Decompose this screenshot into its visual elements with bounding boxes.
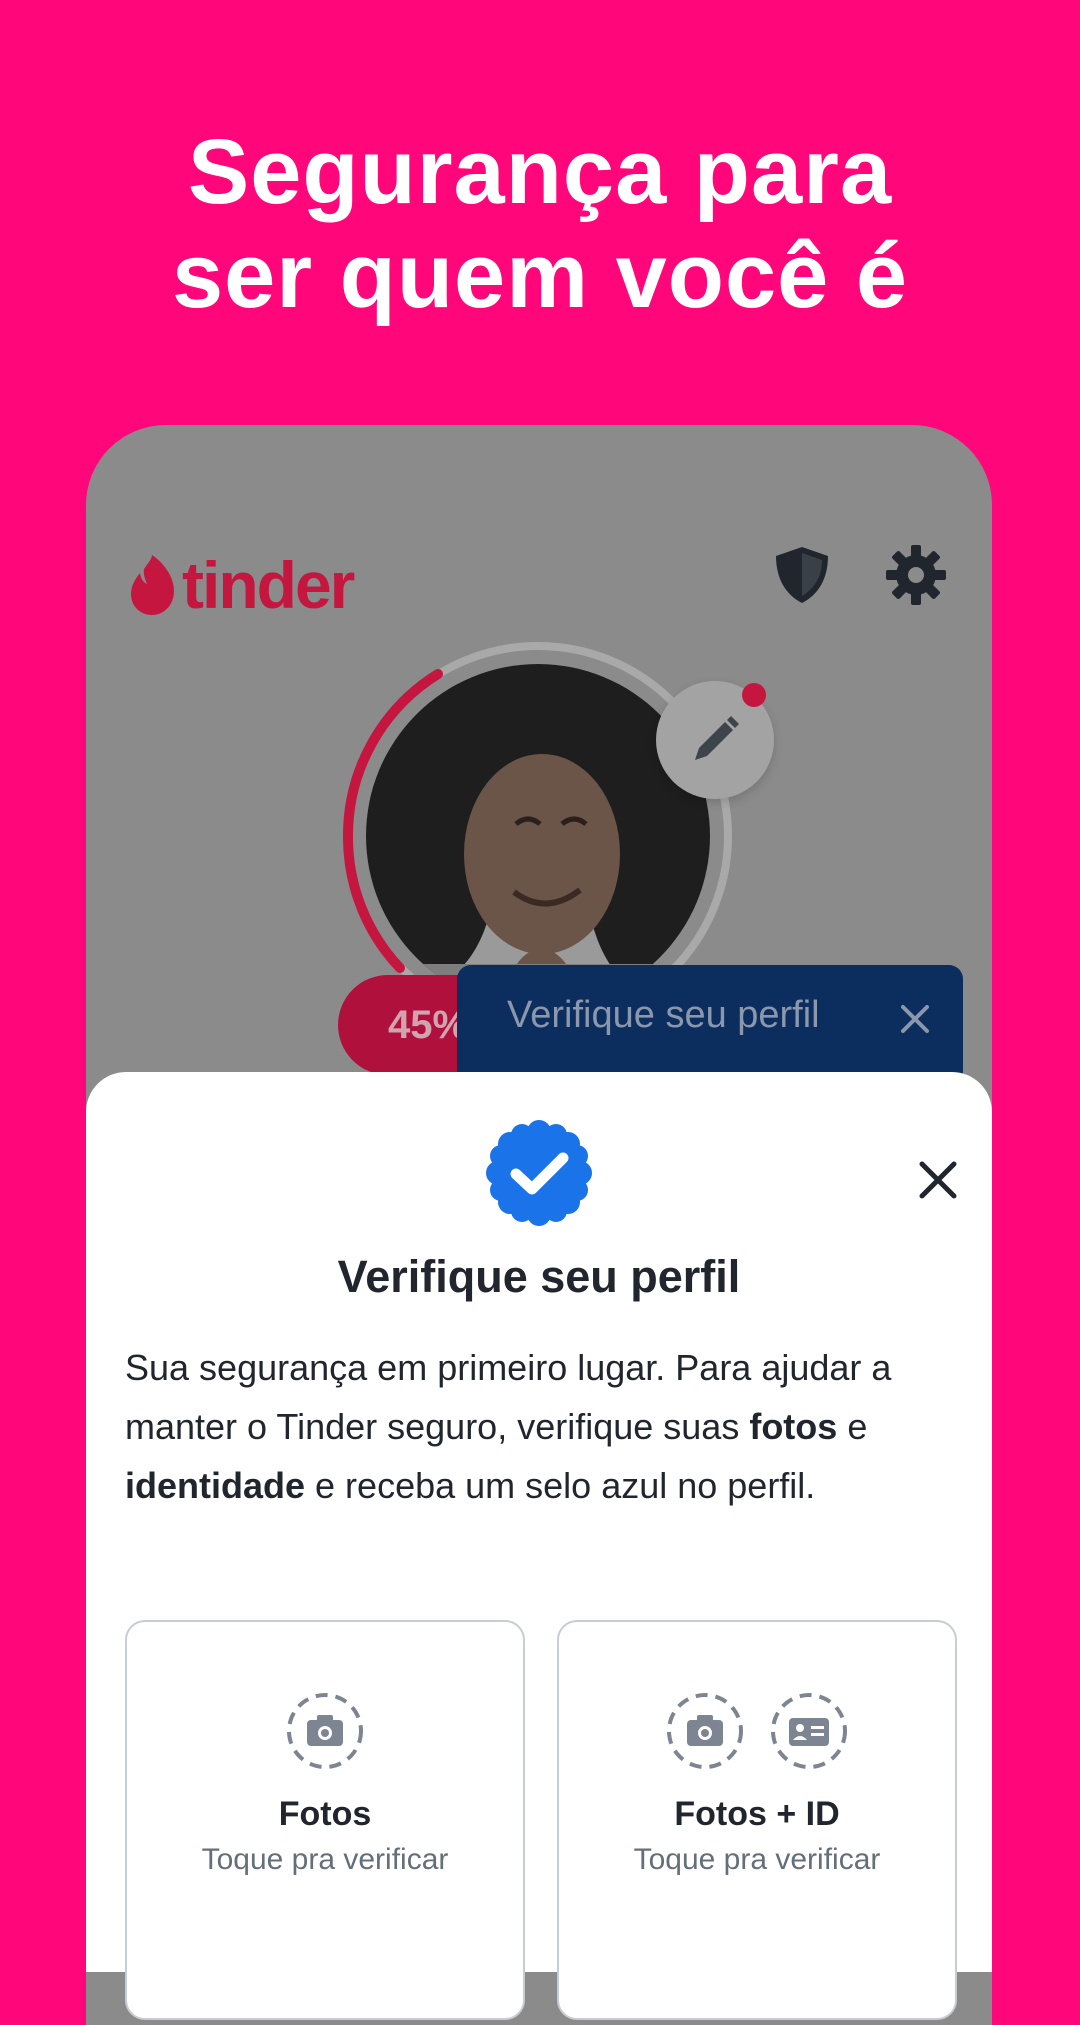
option-subtitle: Toque pra verificar — [633, 1843, 881, 1876]
option-title: Fotos + ID — [674, 1795, 840, 1833]
verify-tooltip[interactable]: Verifique seu perfil — [457, 965, 963, 1085]
logo-text: tinder — [182, 548, 355, 622]
tooltip-text: Verifique seu perfil — [507, 994, 820, 1036]
verify-photos-card[interactable]: Fotos Toque pra verificar — [125, 1620, 525, 2020]
description-part-3: e receba um selo azul no perfil. — [305, 1465, 816, 1506]
headline-line-2: ser quem você é — [171, 225, 909, 327]
close-icon[interactable] — [897, 1001, 933, 1037]
description-bold-identity: identidade — [125, 1465, 306, 1506]
camera-icon — [667, 1693, 743, 1769]
verified-badge-icon — [486, 1120, 592, 1226]
profile-avatar[interactable] — [366, 664, 710, 1008]
avatar-photo — [366, 664, 710, 1008]
sheet-description: Sua segurança em primeiro lugar. Para aj… — [125, 1338, 965, 1515]
option-title: Fotos — [278, 1795, 372, 1833]
close-icon[interactable] — [916, 1158, 960, 1202]
shield-icon[interactable] — [770, 543, 834, 607]
option-subtitle: Toque pra verificar — [201, 1843, 449, 1876]
verify-photos-id-card[interactable]: Fotos + ID Toque pra verificar — [557, 1620, 957, 2020]
notification-dot — [742, 683, 766, 707]
camera-icon — [287, 1693, 363, 1769]
pencil-icon — [695, 716, 739, 760]
headline-line-1: Segurança para — [187, 121, 893, 223]
tinder-logo: tinder — [130, 548, 355, 622]
id-card-icon — [771, 1693, 847, 1769]
verification-sheet: Verifique seu perfil Sua segurança em pr… — [86, 1072, 992, 2020]
sheet-title: Verifique seu perfil — [337, 1251, 741, 1302]
flame-icon — [131, 555, 174, 615]
description-bold-photos: fotos — [749, 1406, 838, 1447]
promo-headline: Segurança para ser quem você é — [0, 120, 1080, 328]
description-part-2: e — [837, 1406, 868, 1447]
gear-icon[interactable] — [884, 543, 948, 607]
